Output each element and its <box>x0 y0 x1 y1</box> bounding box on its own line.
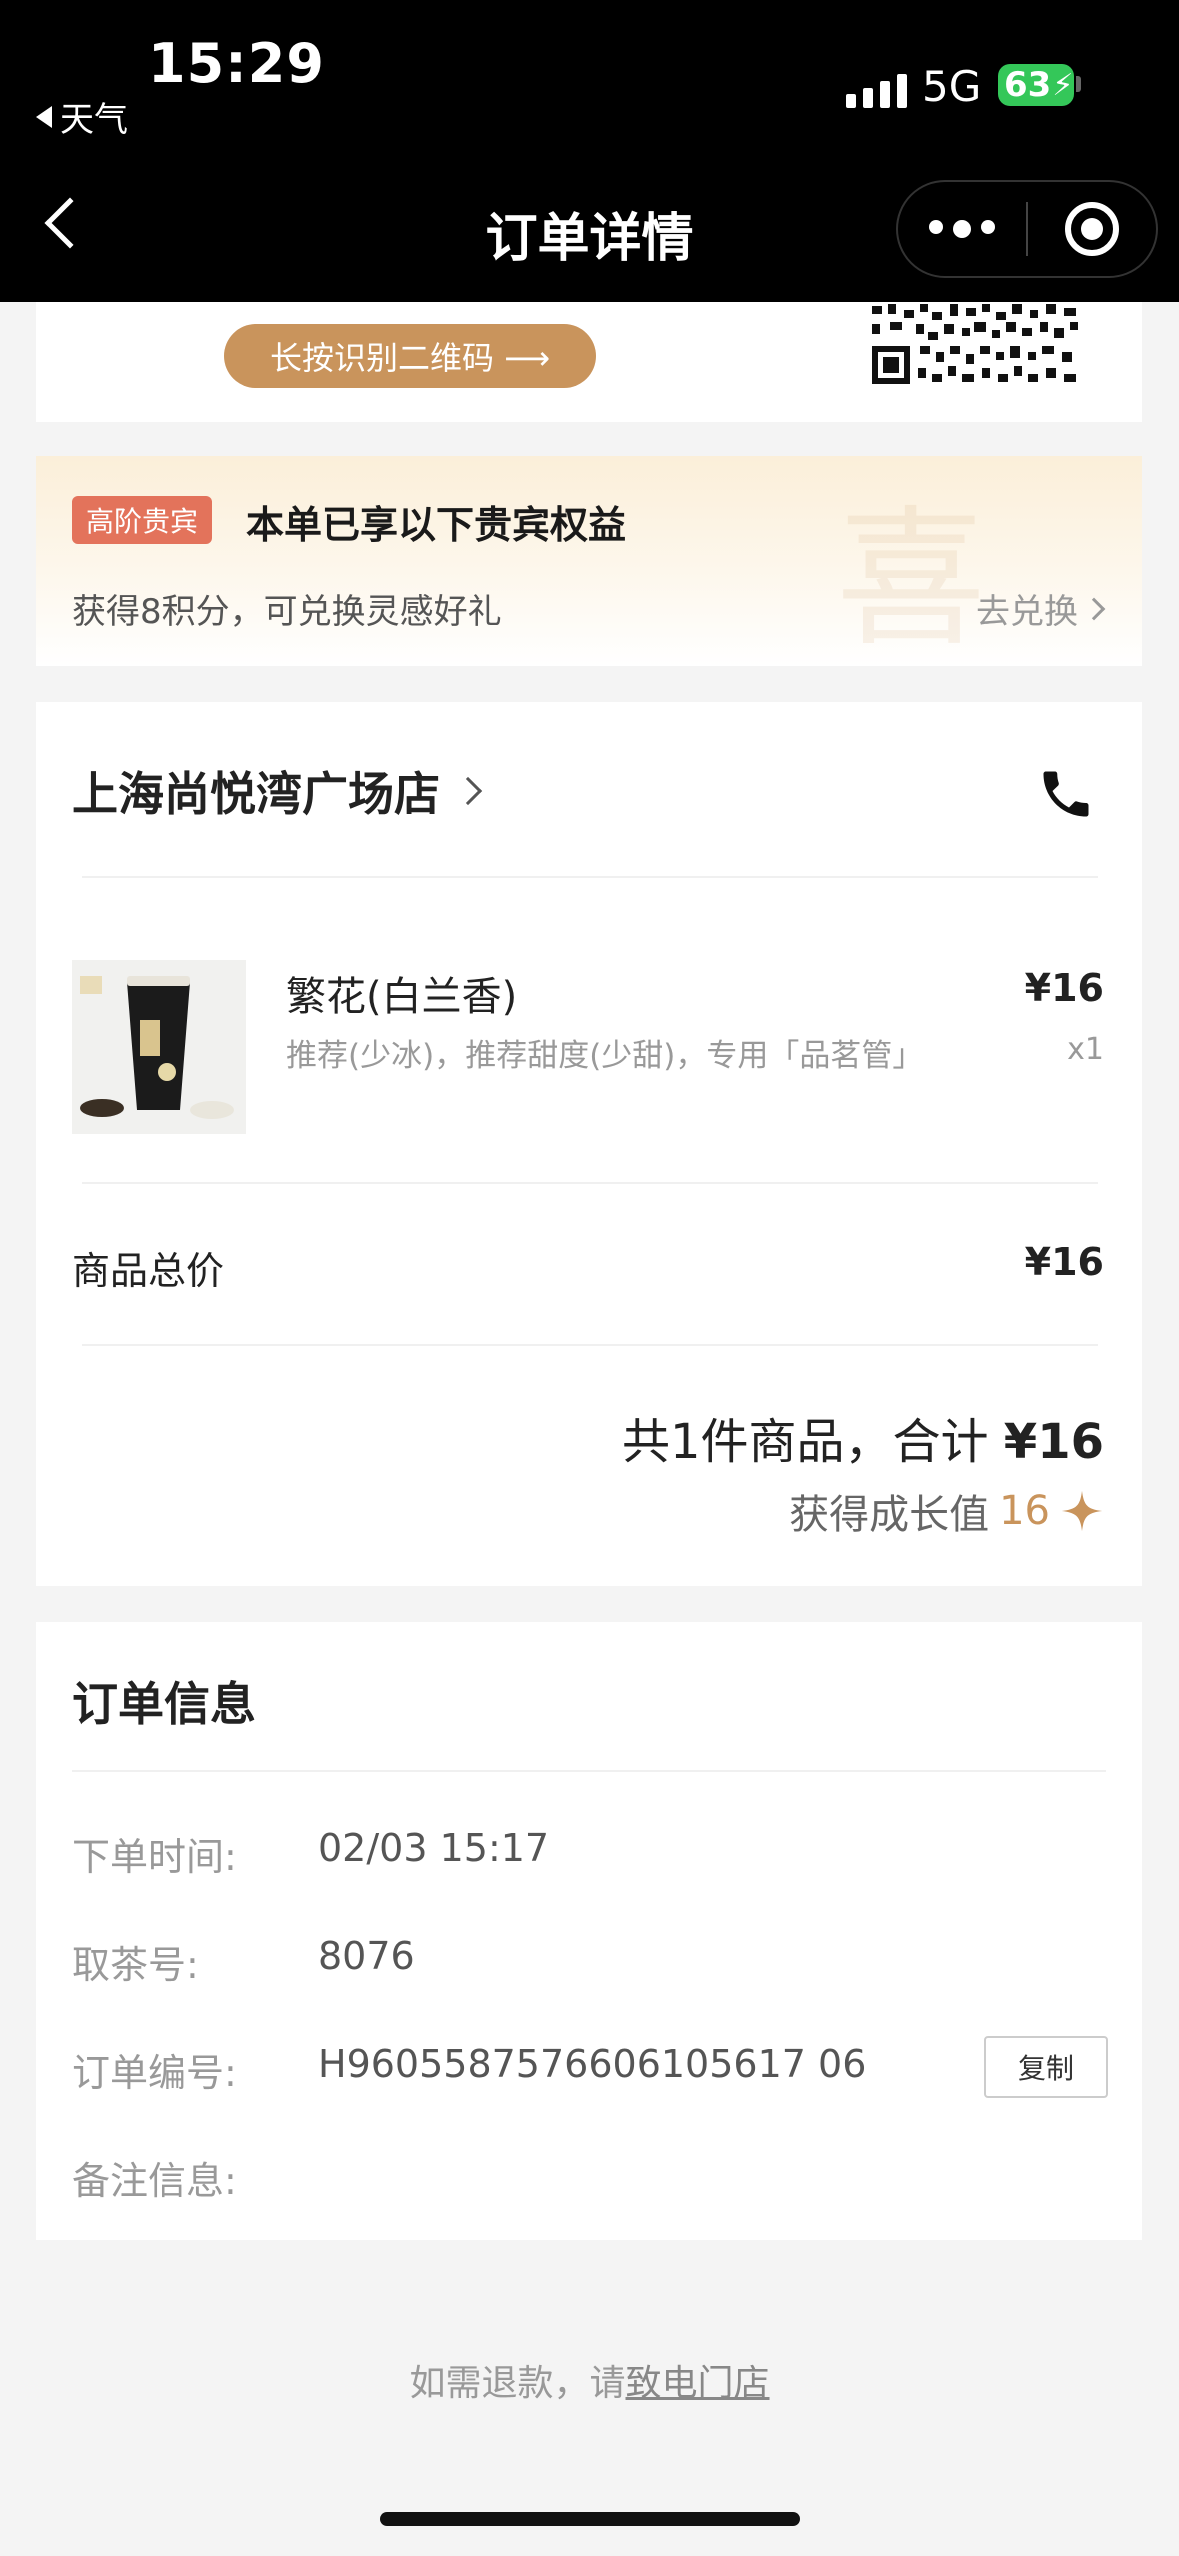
network-type: 5G <box>922 62 982 111</box>
order-number-label: 订单编号: <box>72 2051 237 2095</box>
target-icon <box>1064 202 1119 256</box>
back-triangle-icon <box>36 105 52 128</box>
product-name: 繁花(白兰香) <box>286 974 518 1020</box>
divider <box>82 1182 1098 1184</box>
signal-icon <box>846 72 907 108</box>
sparkle-icon <box>1061 1490 1103 1532</box>
product-options: 推荐(少冰)，推荐甜度(少甜)，专用「品茗管」 <box>286 1038 924 1074</box>
subtotal-value: ¥16 <box>1024 1240 1104 1284</box>
product-quantity: x1 <box>1067 1032 1104 1067</box>
store-link[interactable]: 上海尚悦湾广场店 <box>72 758 483 824</box>
divider <box>72 1770 1106 1772</box>
home-indicator[interactable] <box>380 2512 800 2526</box>
vip-points-text: 获得8积分，可兑换灵感好礼 <box>72 592 502 632</box>
back-app-label: 天气 <box>60 100 128 140</box>
call-store-link[interactable]: 致电门店 <box>626 2363 770 2404</box>
remark-label: 备注信息: <box>72 2159 237 2203</box>
vip-title: 本单已享以下贵宾权益 <box>246 503 627 547</box>
order-total: 共1件商品，合计 ¥16 <box>622 1402 1104 1472</box>
qr-code-image[interactable] <box>870 302 1080 386</box>
status-time: 15:29 <box>148 32 325 95</box>
battery-cap <box>1076 76 1081 92</box>
refund-note: 如需退款，请致电门店 <box>0 2354 1179 2406</box>
top-bar: 15:29 天气 5G 63 ⚡ 订单详情 <box>0 0 1179 302</box>
pickup-number-label: 取茶号: <box>72 1943 199 1987</box>
order-time-value: 02/03 15:17 <box>318 1826 550 1870</box>
divider <box>82 876 1098 878</box>
divider <box>82 1344 1098 1346</box>
seal-watermark: 喜 <box>835 492 986 667</box>
charging-icon: ⚡ <box>1052 67 1074 103</box>
order-card: 上海尚悦湾广场店 繁花(白兰香) 推荐(少冰)，推荐甜度(少甜)，专用「品茗管」… <box>36 702 1142 1586</box>
close-program-button[interactable] <box>1028 202 1156 256</box>
growth-value-row: 获得成长值 16 <box>789 1482 1104 1540</box>
chevron-right-icon <box>453 776 483 806</box>
mini-program-capsule <box>896 180 1158 278</box>
subtotal-label: 商品总价 <box>72 1249 225 1293</box>
battery-icon: 63 ⚡ <box>998 64 1074 106</box>
chevron-right-icon <box>1082 597 1106 620</box>
store-name: 上海尚悦湾广场店 <box>72 767 440 821</box>
redeem-link[interactable]: 去兑换 <box>976 584 1106 633</box>
qr-card: 长按识别二维码 ⟶ <box>36 302 1142 422</box>
order-time-label: 下单时间: <box>72 1835 237 1879</box>
pickup-number-value: 8076 <box>318 1934 415 1978</box>
order-info-card: 订单信息 下单时间: 02/03 15:17 取茶号: 8076 订单编号: H… <box>36 1622 1142 2240</box>
more-icon[interactable] <box>898 220 1026 238</box>
product-price: ¥16 <box>1024 966 1104 1010</box>
redeem-label: 去兑换 <box>976 592 1078 632</box>
scan-qr-button[interactable]: 长按识别二维码 ⟶ <box>224 324 596 388</box>
phone-icon[interactable] <box>1036 764 1096 824</box>
growth-value: 16 <box>999 1488 1050 1534</box>
order-info-title: 订单信息 <box>72 1677 256 1731</box>
total-value: ¥16 <box>1003 1414 1104 1470</box>
product-image <box>72 960 246 1134</box>
refund-prefix: 如需退款，请 <box>409 2363 626 2404</box>
copy-button[interactable]: 复制 <box>984 2036 1108 2098</box>
battery-level: 63 <box>1004 65 1052 105</box>
vip-benefits-card: 喜 高阶贵宾 本单已享以下贵宾权益 获得8积分，可兑换灵感好礼 去兑换 <box>36 456 1142 666</box>
order-number-value: H9605587576606105617 06 <box>318 2042 867 2086</box>
vip-badge: 高阶贵宾 <box>72 496 213 544</box>
total-prefix: 共1件商品，合计 <box>621 1414 989 1470</box>
back-to-app-link[interactable]: 天气 <box>36 92 128 141</box>
growth-label: 获得成长值 <box>789 1492 990 1538</box>
